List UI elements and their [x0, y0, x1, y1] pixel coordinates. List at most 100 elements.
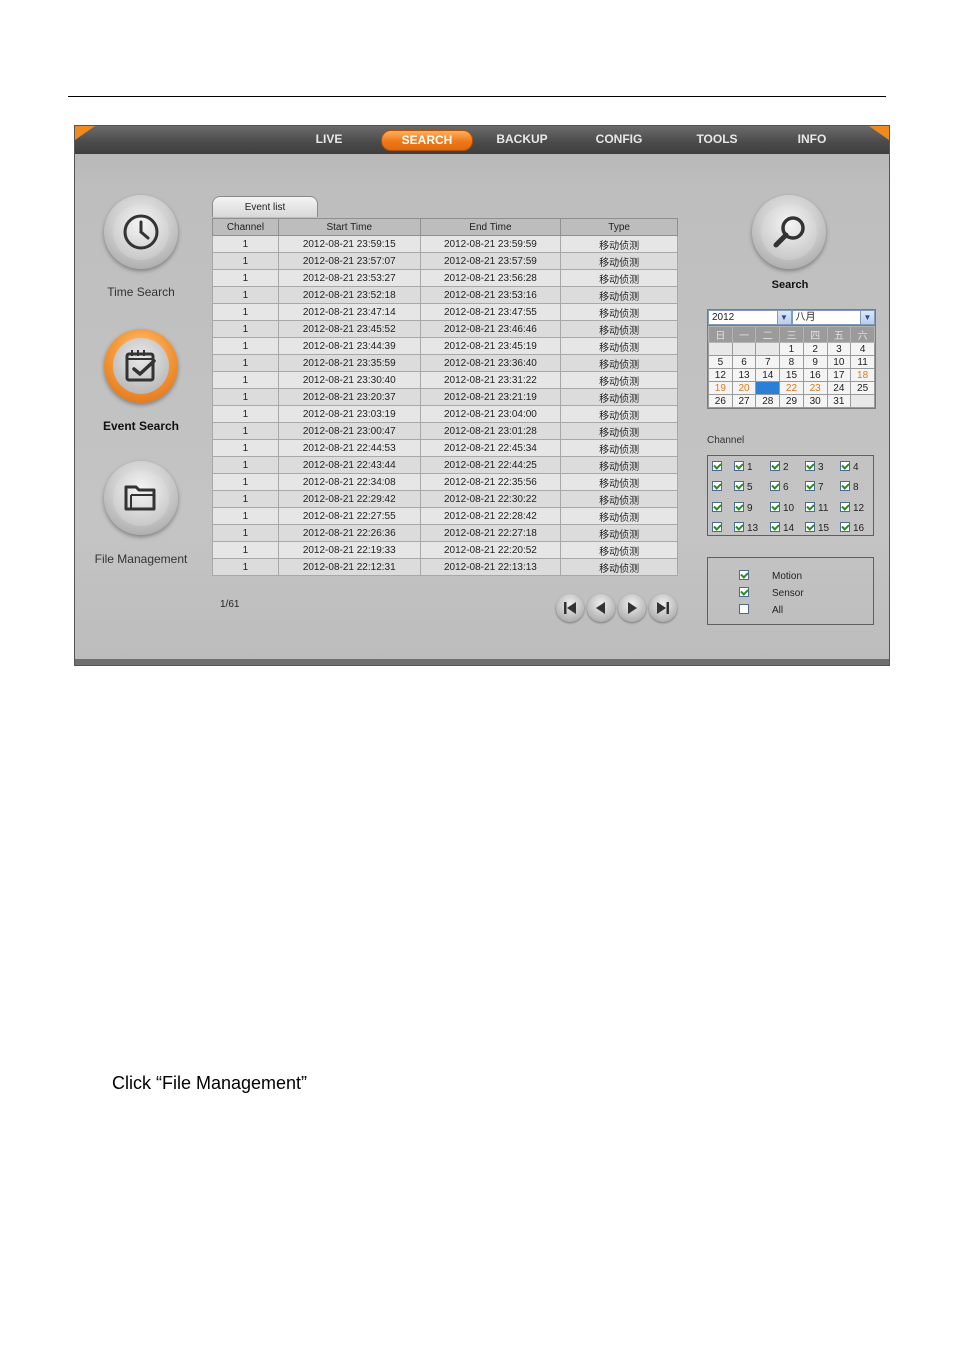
table-row[interactable]: 1 2012-08-21 23:57:07 2012-08-21 23:57:59 移…	[212, 252, 678, 270]
event-type-checkbox[interactable]	[739, 604, 749, 614]
channel-checkbox[interactable]	[805, 461, 815, 471]
channel-checkbox[interactable]	[734, 481, 744, 491]
channel-checkbox[interactable]	[840, 461, 850, 471]
calendar-day[interactable]: 29	[779, 394, 804, 408]
table-row[interactable]: 1 2012-08-21 22:29:42 2012-08-21 22:30:22 移…	[212, 490, 678, 508]
channel-checkbox[interactable]	[805, 522, 815, 532]
channel-checkbox[interactable]	[770, 461, 780, 471]
table-row[interactable]: 1 2012-08-21 23:03:19 2012-08-21 23:04:00 移…	[212, 405, 678, 423]
calendar-day[interactable]: 8	[779, 355, 804, 369]
channel-row-select-checkbox[interactable]	[712, 522, 722, 532]
time-search-label[interactable]: Time Search	[71, 285, 211, 299]
table-row[interactable]: 1 2012-08-21 22:26:36 2012-08-21 22:27:18 移…	[212, 524, 678, 542]
calendar-day[interactable]: 21	[755, 381, 781, 395]
file-management-label[interactable]: File Management	[71, 552, 211, 566]
calendar-day[interactable]: 3	[826, 342, 852, 356]
channel-checkbox[interactable]	[770, 481, 780, 491]
table-row[interactable]: 1 2012-08-21 22:27:55 2012-08-21 22:28:42 移…	[212, 507, 678, 525]
column-header-start-time[interactable]: Start Time	[277, 218, 421, 236]
calendar-day[interactable]: 22	[779, 381, 804, 395]
event-type-checkbox[interactable]	[739, 570, 749, 580]
event-search-button[interactable]	[104, 329, 178, 403]
table-row[interactable]: 1 2012-08-21 22:12:31 2012-08-21 22:13:13 移…	[212, 558, 678, 576]
prev-page-button[interactable]	[587, 594, 615, 622]
channel-row-select-checkbox[interactable]	[712, 461, 722, 471]
table-row[interactable]: 1 2012-08-21 22:34:08 2012-08-21 22:35:56 移…	[212, 473, 678, 491]
channel-checkbox[interactable]	[734, 502, 744, 512]
calendar-day[interactable]: 2	[802, 342, 828, 356]
calendar-day[interactable]: 14	[755, 368, 781, 382]
channel-checkbox[interactable]	[770, 502, 780, 512]
column-header-type[interactable]: Type	[560, 218, 678, 236]
table-row[interactable]: 1 2012-08-21 23:53:27 2012-08-21 23:56:28 移…	[212, 269, 678, 287]
calendar-day[interactable]: 17	[826, 368, 852, 382]
first-page-button[interactable]	[556, 594, 584, 622]
calendar-day[interactable]: 5	[708, 355, 733, 369]
event-type-checkbox[interactable]	[739, 587, 749, 597]
nav-tab-live[interactable]: LIVE	[303, 130, 355, 149]
calendar-day[interactable]: 13	[731, 368, 757, 382]
channel-checkbox[interactable]	[840, 502, 850, 512]
next-page-button[interactable]	[618, 594, 646, 622]
channel-checkbox[interactable]	[840, 481, 850, 491]
table-row[interactable]: 1 2012-08-21 23:47:14 2012-08-21 23:47:55 移…	[212, 303, 678, 321]
calendar-day[interactable]: 28	[755, 394, 781, 408]
year-select[interactable]: 2012 ▼	[708, 310, 792, 325]
time-search-button[interactable]	[104, 195, 178, 269]
event-list-tab[interactable]: Event list	[212, 196, 318, 217]
table-row[interactable]: 1 2012-08-21 22:44:53 2012-08-21 22:45:34 移…	[212, 439, 678, 457]
calendar-day[interactable]: 24	[826, 381, 852, 395]
table-row[interactable]: 1 2012-08-21 23:20:37 2012-08-21 23:21:19 移…	[212, 388, 678, 406]
channel-row-select-checkbox[interactable]	[712, 502, 722, 512]
search-button[interactable]	[752, 195, 826, 269]
channel-checkbox[interactable]	[805, 502, 815, 512]
nav-tab-backup[interactable]: BACKUP	[489, 130, 555, 149]
calendar-day[interactable]: 18	[850, 368, 875, 382]
table-row[interactable]: 1 2012-08-21 22:19:33 2012-08-21 22:20:52 移…	[212, 541, 678, 559]
calendar-day[interactable]: 12	[708, 368, 733, 382]
calendar-day[interactable]: 9	[802, 355, 828, 369]
file-management-button[interactable]	[104, 461, 178, 535]
chevron-down-icon[interactable]: ▼	[776, 311, 791, 324]
table-row[interactable]: 1 2012-08-21 23:00:47 2012-08-21 23:01:28 移…	[212, 422, 678, 440]
calendar-day[interactable]: 20	[731, 381, 757, 395]
last-page-button[interactable]	[649, 594, 677, 622]
table-row[interactable]: 1 2012-08-21 23:45:52 2012-08-21 23:46:46 移…	[212, 320, 678, 338]
table-row[interactable]: 1 2012-08-21 22:43:44 2012-08-21 22:44:25 移…	[212, 456, 678, 474]
calendar-day[interactable]: 27	[731, 394, 757, 408]
calendar-day[interactable]: 10	[826, 355, 852, 369]
calendar-day[interactable]: 23	[802, 381, 828, 395]
nav-tab-tools[interactable]: TOOLS	[687, 130, 747, 149]
calendar-day[interactable]: 6	[731, 355, 757, 369]
calendar-day[interactable]: 16	[802, 368, 828, 382]
calendar-day[interactable]: 1	[779, 342, 804, 356]
table-row[interactable]: 1 2012-08-21 23:44:39 2012-08-21 23:45:19 移…	[212, 337, 678, 355]
table-row[interactable]: 1 2012-08-21 23:52:18 2012-08-21 23:53:16 移…	[212, 286, 678, 304]
event-search-label[interactable]: Event Search	[71, 419, 211, 433]
channel-checkbox[interactable]	[770, 522, 780, 532]
calendar-day[interactable]: 19	[708, 381, 733, 395]
nav-tab-config[interactable]: CONFIG	[587, 130, 651, 149]
chevron-down-icon[interactable]: ▼	[860, 311, 874, 324]
calendar-day[interactable]: 31	[826, 394, 852, 408]
calendar-day[interactable]: 26	[708, 394, 733, 408]
calendar-day[interactable]: 30	[802, 394, 828, 408]
calendar-day[interactable]: 11	[850, 355, 875, 369]
channel-checkbox[interactable]	[734, 461, 744, 471]
column-header-channel[interactable]: Channel	[212, 218, 279, 236]
calendar-day[interactable]: 25	[850, 381, 875, 395]
month-select[interactable]: 八月 ▼	[791, 310, 875, 325]
channel-checkbox[interactable]	[805, 481, 815, 491]
nav-tab-search[interactable]: SEARCH	[381, 130, 473, 151]
column-header-end-time[interactable]: End Time	[419, 218, 562, 236]
channel-checkbox[interactable]	[734, 522, 744, 532]
calendar-day[interactable]: 4	[850, 342, 875, 356]
table-row[interactable]: 1 2012-08-21 23:35:59 2012-08-21 23:36:40 移…	[212, 354, 678, 372]
nav-tab-info[interactable]: INFO	[789, 130, 835, 149]
calendar-day[interactable]: 7	[755, 355, 781, 369]
search-label[interactable]: Search	[740, 279, 840, 291]
table-row[interactable]: 1 2012-08-21 23:59:15 2012-08-21 23:59:59 移…	[212, 235, 678, 253]
channel-checkbox[interactable]	[840, 522, 850, 532]
table-row[interactable]: 1 2012-08-21 23:30:40 2012-08-21 23:31:22 移…	[212, 371, 678, 389]
calendar-day[interactable]: 15	[779, 368, 804, 382]
